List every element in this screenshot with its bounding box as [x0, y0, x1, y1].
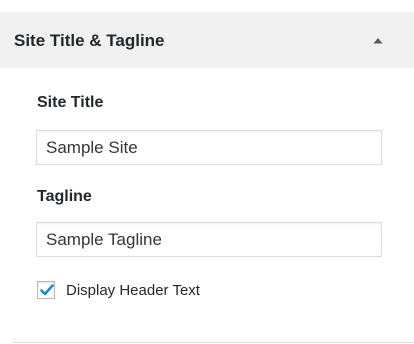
site-title-input[interactable] — [36, 130, 382, 165]
site-title-label: Site Title — [37, 94, 104, 111]
section-title: Site Title & Tagline — [14, 31, 165, 50]
tagline-input[interactable] — [36, 222, 382, 257]
display-header-text-checkbox[interactable] — [37, 281, 55, 299]
tagline-label: Tagline — [37, 188, 92, 205]
triangle-up-icon[interactable] — [368, 31, 388, 51]
section-divider — [12, 342, 414, 343]
display-header-text-label: Display Header Text — [66, 282, 200, 299]
checkmark-icon — [40, 284, 54, 296]
section-header-site-title-tagline[interactable]: Site Title & Tagline — [0, 12, 414, 68]
